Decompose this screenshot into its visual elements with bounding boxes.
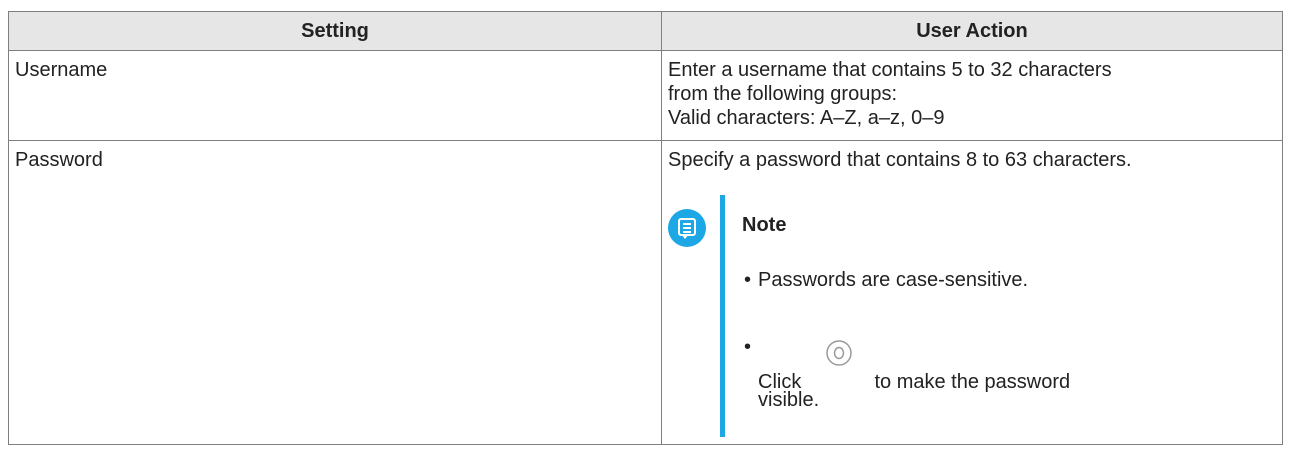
note-callout: Note • Passwords are case-sensitive. • C… [668,195,1276,437]
list-item: • Passwords are case-sensitive. [742,268,1262,292]
click-end: visible. [758,389,820,411]
settings-table: Setting User Action Username Enter a use… [8,11,1283,445]
eye-icon [819,338,859,368]
action-cell-password: Specify a password that contains 8 to 63… [661,140,1283,445]
table-row-password: Password Specify a password that contain… [8,140,1283,445]
username-action-line: from the following groups: [668,83,898,105]
note-item-case-sensitive: Passwords are case-sensitive. [758,269,1029,291]
username-action-line: Enter a username that contains 5 to 32 c… [668,59,1112,81]
note-accent-bar [720,195,725,437]
setting-cell-password: Password [8,140,662,445]
header-setting: Setting [8,11,662,51]
header-user-action: User Action [661,11,1283,51]
bullet: • [744,336,752,358]
table-row-username: Username Enter a username that contains … [8,50,1283,141]
username-valid-characters: Valid characters: A–Z, a–z, 0–9 [668,107,945,129]
bullet: • [744,269,752,291]
password-action-intro: Specify a password that contains 8 to 63… [668,149,1132,171]
list-item: • Click to make the password visible. [742,332,1262,411]
note-icon [668,209,706,247]
table-header-row: Setting User Action [8,11,1283,51]
note-list: • Passwords are case-sensitive. • Click [742,268,1262,411]
click-suffix: to make the password [874,371,1071,393]
action-cell-username: Enter a username that contains 5 to 32 c… [661,50,1283,141]
setting-cell-username: Username [8,50,662,141]
note-title: Note [742,214,787,236]
